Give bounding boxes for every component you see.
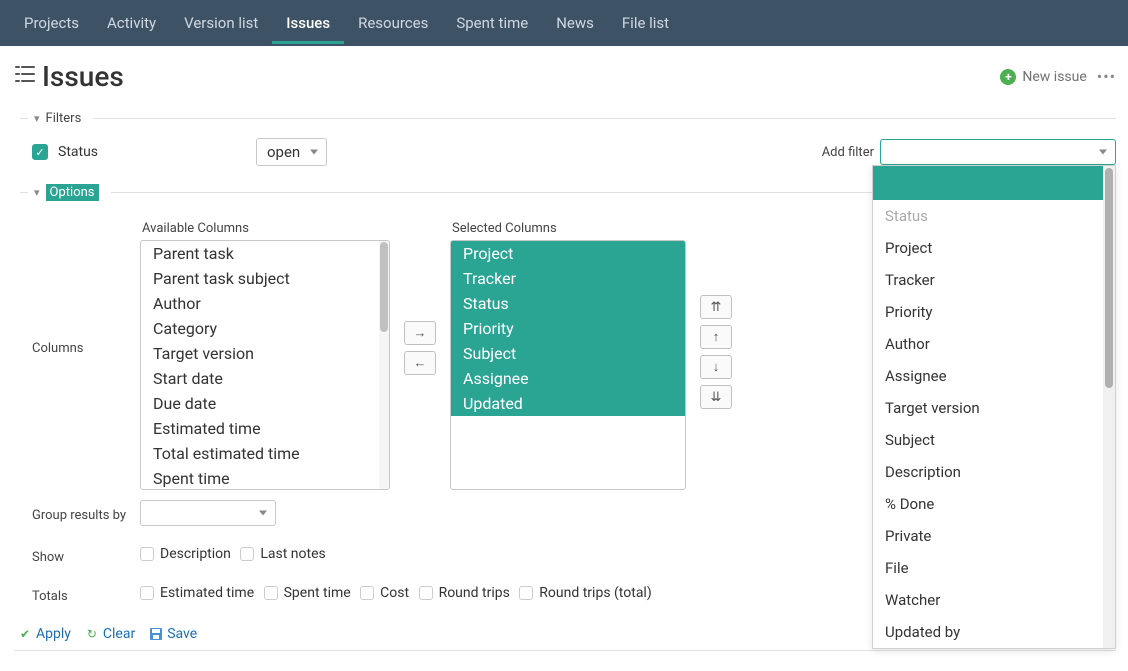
totals-roundtrips-label: Round trips xyxy=(439,585,510,601)
list-item[interactable]: Parent task subject xyxy=(141,266,389,291)
list-item[interactable]: Status xyxy=(451,291,685,316)
dropdown-item-target-version[interactable]: Target version xyxy=(873,392,1109,424)
dropdown-item-private[interactable]: Private xyxy=(873,520,1109,552)
options-legend: Options xyxy=(46,184,99,201)
list-item[interactable]: Target version xyxy=(141,341,389,366)
nav-news[interactable]: News xyxy=(542,2,608,44)
list-item[interactable]: Updated xyxy=(451,391,685,416)
plus-icon: + xyxy=(1000,69,1016,85)
show-description-checkbox[interactable] xyxy=(140,547,154,561)
list-item[interactable]: Total estimated time xyxy=(141,441,389,466)
save-icon xyxy=(149,627,163,641)
totals-roundtrips-total-checkbox[interactable] xyxy=(519,586,533,600)
list-item[interactable]: Spent time xyxy=(141,466,389,490)
filters-fieldset[interactable]: ▾ Filters xyxy=(14,111,1116,126)
dropdown-item-subject[interactable]: Subject xyxy=(873,424,1109,456)
totals-spent-label: Spent time xyxy=(284,585,351,601)
status-checkbox[interactable]: ✓ xyxy=(32,144,48,160)
dropdown-item-priority[interactable]: Priority xyxy=(873,296,1109,328)
nav-activity[interactable]: Activity xyxy=(93,2,170,44)
new-issue-button[interactable]: + New issue xyxy=(1000,69,1086,85)
dropdown-item-tracker[interactable]: Tracker xyxy=(873,264,1109,296)
show-last-notes-checkbox[interactable] xyxy=(240,547,254,561)
totals-spent-checkbox[interactable] xyxy=(264,586,278,600)
available-columns-header: Available Columns xyxy=(140,221,390,236)
list-item[interactable]: Priority xyxy=(451,316,685,341)
show-description-label: Description xyxy=(160,546,231,562)
available-columns-listbox[interactable]: Parent task Parent task subject Author C… xyxy=(140,240,390,490)
page-title: Issues xyxy=(42,60,124,93)
nav-file-list[interactable]: File list xyxy=(608,2,683,44)
selected-columns-listbox[interactable]: Project Tracker Status Priority Subject … xyxy=(450,240,686,490)
dropdown-item-description[interactable]: Description xyxy=(873,456,1109,488)
clear-button[interactable]: ↻ Clear xyxy=(85,626,135,642)
group-by-select[interactable] xyxy=(140,500,276,526)
columns-label: Columns xyxy=(32,221,140,356)
status-filter-label: Status xyxy=(58,144,98,160)
dropdown-item-assignee[interactable]: Assignee xyxy=(873,360,1109,392)
dropdown-item-updated-by[interactable]: Updated by xyxy=(873,616,1109,648)
add-filter-label: Add filter xyxy=(822,145,874,160)
chevron-down-icon: ▾ xyxy=(34,186,40,199)
dropdown-item-watcher[interactable]: Watcher xyxy=(873,584,1109,616)
nav-version-list[interactable]: Version list xyxy=(170,2,272,44)
totals-roundtrips-total-label: Round trips (total) xyxy=(539,585,651,601)
listbox-scrollbar[interactable] xyxy=(379,241,389,489)
selected-columns-header: Selected Columns xyxy=(450,221,686,236)
dropdown-item-status: Status xyxy=(873,200,1109,232)
list-item[interactable]: Estimated time xyxy=(141,416,389,441)
move-right-button[interactable]: → xyxy=(404,321,436,345)
filters-legend: Filters xyxy=(46,111,82,126)
totals-cost-label: Cost xyxy=(380,585,409,601)
list-item[interactable]: Project xyxy=(451,241,685,266)
list-item[interactable]: Parent task xyxy=(141,241,389,266)
dropdown-item-project[interactable]: Project xyxy=(873,232,1109,264)
nav-resources[interactable]: Resources xyxy=(344,2,442,44)
apply-button[interactable]: ✔ Apply xyxy=(18,626,71,642)
totals-estimated-label: Estimated time xyxy=(160,585,254,601)
list-item[interactable]: Tracker xyxy=(451,266,685,291)
reload-icon: ↻ xyxy=(85,627,99,641)
move-left-button[interactable]: ← xyxy=(404,351,436,375)
totals-label: Totals xyxy=(32,585,140,604)
move-bottom-button[interactable]: ⇊ xyxy=(700,385,732,409)
move-up-button[interactable]: ↑ xyxy=(700,325,732,349)
group-by-label: Group results by xyxy=(32,504,140,523)
issues-list-icon xyxy=(14,64,36,89)
dropdown-item-file[interactable]: File xyxy=(873,552,1109,584)
page-header: Issues + New issue ••• xyxy=(0,46,1128,103)
show-label: Show xyxy=(32,546,140,565)
more-actions-icon[interactable]: ••• xyxy=(1097,67,1116,86)
add-filter-select[interactable] xyxy=(880,139,1116,165)
totals-cost-checkbox[interactable] xyxy=(360,586,374,600)
list-item[interactable]: Author xyxy=(141,291,389,316)
list-item[interactable]: Due date xyxy=(141,391,389,416)
list-item[interactable]: Category xyxy=(141,316,389,341)
nav-projects[interactable]: Projects xyxy=(10,2,93,44)
dropdown-item-blank[interactable] xyxy=(873,166,1109,200)
nav-spent-time[interactable]: Spent time xyxy=(442,2,542,44)
list-item[interactable]: Start date xyxy=(141,366,389,391)
dropdown-item-percent-done[interactable]: % Done xyxy=(873,488,1109,520)
list-item[interactable]: Subject xyxy=(451,341,685,366)
move-down-button[interactable]: ↓ xyxy=(700,355,732,379)
dropdown-scrollbar[interactable] xyxy=(1103,166,1115,648)
move-top-button[interactable]: ⇈ xyxy=(700,295,732,319)
list-item[interactable]: Assignee xyxy=(451,366,685,391)
check-icon: ✔ xyxy=(18,627,32,641)
nav-issues[interactable]: Issues xyxy=(272,2,344,44)
top-nav: Projects Activity Version list Issues Re… xyxy=(0,0,1128,46)
add-filter-dropdown: Status Project Tracker Priority Author A… xyxy=(872,165,1116,649)
save-button[interactable]: Save xyxy=(149,626,197,642)
totals-estimated-checkbox[interactable] xyxy=(140,586,154,600)
show-last-notes-label: Last notes xyxy=(260,546,325,562)
totals-roundtrips-checkbox[interactable] xyxy=(419,586,433,600)
chevron-down-icon: ▾ xyxy=(34,112,40,125)
dropdown-item-author[interactable]: Author xyxy=(873,328,1109,360)
status-operator-select[interactable]: open xyxy=(256,138,327,166)
